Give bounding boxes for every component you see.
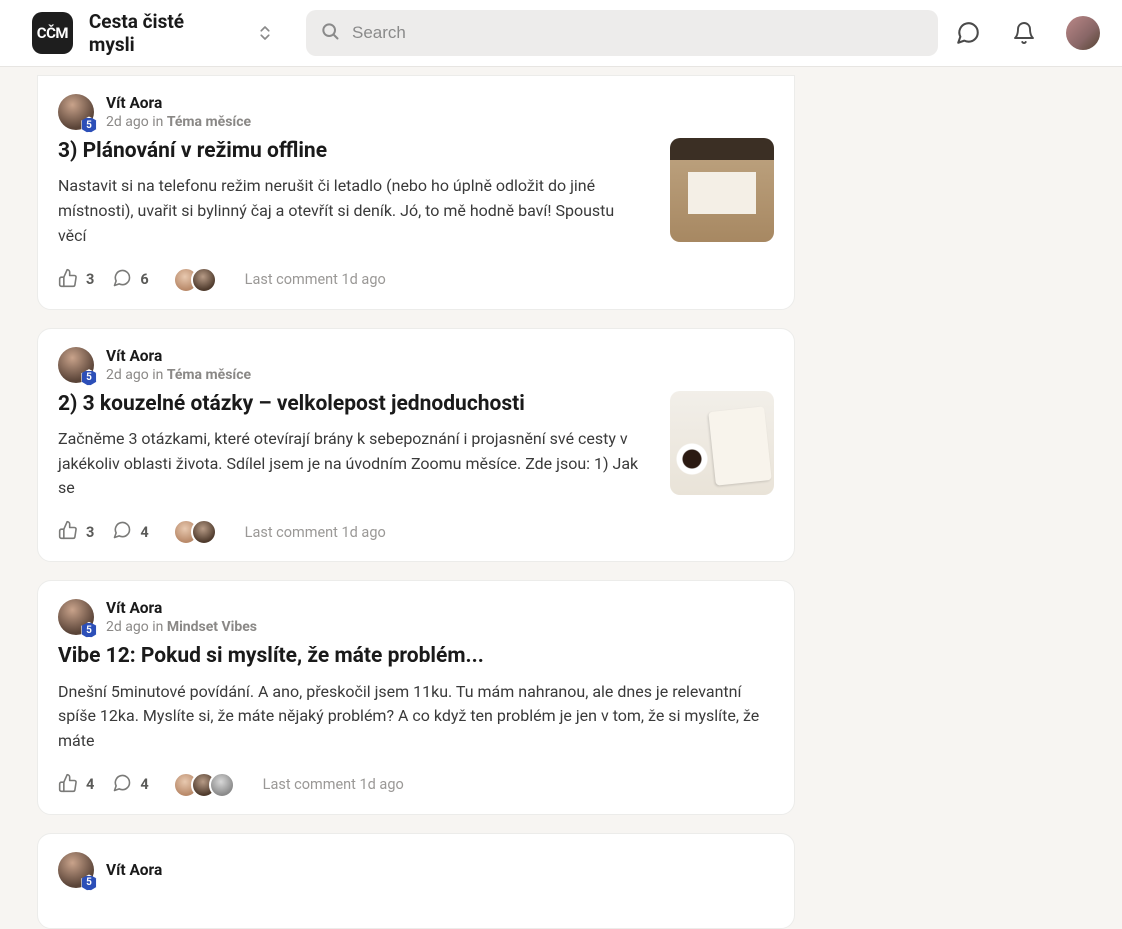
search-field[interactable]	[306, 10, 938, 56]
user-avatar[interactable]	[1066, 16, 1100, 50]
last-comment-time: Last comment 1d ago	[245, 271, 386, 288]
comment-count: 6	[140, 271, 148, 288]
like-button[interactable]: 3	[58, 520, 94, 544]
post-title[interactable]: 2) 3 kouzelné otázky – velkolepost jedno…	[58, 391, 646, 417]
level-badge-icon: 5	[80, 116, 98, 134]
post-time: 2d ago	[106, 367, 149, 383]
post-byline: 5 Vít Aora 2d ago in Mindset Vibes	[58, 599, 774, 635]
commenter-avatars[interactable]	[173, 519, 217, 545]
post-thumbnail[interactable]	[670, 391, 774, 495]
meta-in: in	[152, 114, 163, 130]
meta-in: in	[152, 367, 163, 383]
post-card: 5 Vít Aora	[37, 833, 795, 929]
notifications-icon[interactable]	[1010, 19, 1038, 47]
comment-button[interactable]: 4	[112, 773, 148, 797]
comment-button[interactable]: 6	[112, 268, 148, 292]
thumbs-up-icon	[58, 268, 78, 292]
search-icon	[320, 21, 340, 45]
messages-icon[interactable]	[954, 19, 982, 47]
post-meta: 2d ago in Mindset Vibes	[106, 619, 257, 635]
author-avatar[interactable]: 5	[58, 347, 94, 383]
comment-count: 4	[140, 524, 148, 541]
like-count: 3	[86, 271, 94, 288]
like-button[interactable]: 3	[58, 268, 94, 292]
app-badge[interactable]: CČM	[32, 12, 73, 54]
space-switcher-icon[interactable]	[253, 20, 278, 46]
like-count: 3	[86, 524, 94, 541]
last-comment-time: Last comment 1d ago	[263, 776, 404, 793]
post-meta: 2d ago in Téma měsíce	[106, 114, 251, 130]
post-card: 5 Vít Aora 2d ago in Mindset Vibes Vibe …	[37, 580, 795, 815]
author-name[interactable]: Vít Aora	[106, 861, 162, 879]
like-count: 4	[86, 776, 94, 793]
post-category[interactable]: Téma měsíce	[167, 114, 251, 130]
author-name[interactable]: Vít Aora	[106, 347, 251, 365]
post-thumbnail[interactable]	[670, 138, 774, 242]
commenter-avatars[interactable]	[173, 267, 217, 293]
level-badge-icon: 5	[80, 369, 98, 387]
post-meta: 2d ago in Téma měsíce	[106, 367, 251, 383]
commenter-avatar	[191, 267, 217, 293]
level-badge-icon: 5	[80, 621, 98, 639]
top-bar: CČM Cesta čisté mysli	[0, 0, 1122, 67]
post-card: 5 Vít Aora 2d ago in Téma měsíce 3) Plán…	[37, 75, 795, 310]
post-byline: 5 Vít Aora 2d ago in Téma měsíce	[58, 94, 774, 130]
post-category[interactable]: Téma měsíce	[167, 367, 251, 383]
like-button[interactable]: 4	[58, 773, 94, 797]
comment-count: 4	[140, 776, 148, 793]
post-excerpt: Začněme 3 otázkami, které otevírají brán…	[58, 427, 646, 501]
search-input[interactable]	[352, 23, 924, 43]
post-excerpt: Nastavit si na telefonu režim nerušit či…	[58, 174, 646, 248]
post-byline: 5 Vít Aora	[58, 852, 774, 888]
post-actions: 4 4 Last comment 1d ago	[58, 772, 774, 798]
thumbs-up-icon	[58, 773, 78, 797]
post-card: 5 Vít Aora 2d ago in Téma měsíce 2) 3 ko…	[37, 328, 795, 563]
post-excerpt: Dnešní 5minutové povídání. A ano, přesko…	[58, 680, 774, 754]
commenter-avatars[interactable]	[173, 772, 235, 798]
comment-icon	[112, 268, 132, 292]
level-badge-icon: 5	[80, 874, 98, 892]
author-avatar[interactable]: 5	[58, 599, 94, 635]
post-time: 2d ago	[106, 114, 149, 130]
commenter-avatar	[191, 519, 217, 545]
author-name[interactable]: Vít Aora	[106, 599, 257, 617]
commenter-avatar	[209, 772, 235, 798]
post-time: 2d ago	[106, 619, 149, 635]
post-actions: 3 4 Last comment 1d ago	[58, 519, 774, 545]
comment-button[interactable]: 4	[112, 520, 148, 544]
feed: 5 Vít Aora 2d ago in Téma měsíce 3) Plán…	[37, 75, 795, 929]
post-category[interactable]: Mindset Vibes	[167, 619, 257, 635]
app-title[interactable]: Cesta čisté mysli	[89, 10, 231, 56]
post-byline: 5 Vít Aora 2d ago in Téma měsíce	[58, 347, 774, 383]
author-name[interactable]: Vít Aora	[106, 94, 251, 112]
author-avatar[interactable]: 5	[58, 94, 94, 130]
meta-in: in	[152, 619, 163, 635]
thumbs-up-icon	[58, 520, 78, 544]
post-title[interactable]: 3) Plánování v režimu offline	[58, 138, 646, 164]
comment-icon	[112, 773, 132, 797]
post-title[interactable]: Vibe 12: Pokud si myslíte, že máte probl…	[58, 643, 774, 669]
comment-icon	[112, 520, 132, 544]
post-actions: 3 6 Last comment 1d ago	[58, 267, 774, 293]
topbar-actions	[954, 16, 1100, 50]
last-comment-time: Last comment 1d ago	[245, 524, 386, 541]
author-avatar[interactable]: 5	[58, 852, 94, 888]
